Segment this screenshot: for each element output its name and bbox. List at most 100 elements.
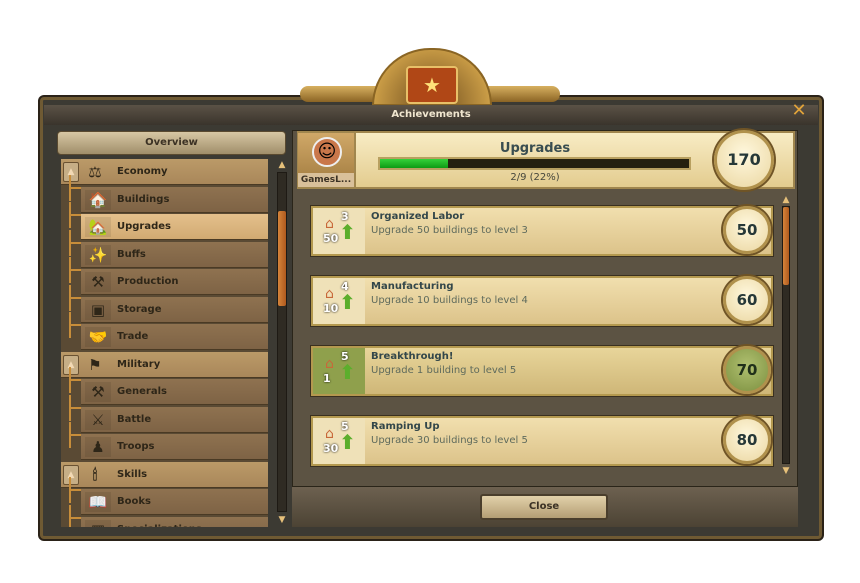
sidebar-item-military[interactable]: ▲ ⚑ Military [61, 351, 268, 378]
points-medal: 50 [723, 206, 771, 254]
window-title: Achievements [44, 105, 818, 125]
sidebar-item-specializations[interactable]: ▦ Specializations [81, 516, 268, 527]
progress-fill [380, 159, 448, 168]
tools-icon: ⚒ [85, 272, 111, 292]
progress-bar [378, 157, 691, 170]
points-medal: 70 [723, 346, 771, 394]
target-level: 5 [341, 350, 349, 363]
anvil-icon: ⚒ [85, 382, 111, 402]
achievement-card: ⌂ ⬆ 3 50 Organized Labor Upgrade 50 buildings… [311, 206, 773, 256]
progress-text: 2/9 (22%) [510, 172, 560, 183]
building-upgrade-icon: ⌂ ⬆ 4 10 [313, 278, 365, 324]
sidebar-item-books[interactable]: 📖 Books [81, 489, 268, 515]
building-upgrade-icon: ⌂ ⬆ 3 50 [313, 208, 365, 254]
sidebar-item-production[interactable]: ⚒ Production [81, 269, 268, 295]
achievement-description: Upgrade 10 buildings to level 4 [371, 295, 528, 306]
sidebar-item-label: Military [117, 358, 161, 370]
list-scroll-down[interactable]: ▼ [780, 466, 792, 476]
sidebar-item-label: Buffs [117, 248, 146, 260]
sidebar-item-label: Books [117, 496, 151, 507]
sidebar-item-label: Storage [117, 303, 162, 315]
player-name: GamesL... [298, 173, 354, 187]
arrow-up-icon: ⬆ [339, 290, 356, 314]
tree-connector [69, 504, 81, 527]
tree-connector [69, 229, 81, 256]
building-upgrade-icon: ⌂ ⬆ 5 1 [313, 348, 365, 394]
achievement-title: Manufacturing [371, 281, 454, 292]
achievement-title: Organized Labor [371, 211, 465, 222]
points-medal: 60 [723, 276, 771, 324]
sidebar-scroll-thumb[interactable] [278, 211, 286, 306]
handshake-icon: 🤝 [85, 327, 111, 347]
tree-connector [69, 174, 81, 201]
total-points-medal: 170 [714, 130, 774, 190]
avatar: ☺ [312, 137, 342, 167]
sidebar-scroll-down[interactable]: ▼ [276, 515, 288, 525]
achievement-title: Breakthrough! [371, 351, 454, 362]
close-button[interactable]: Close [480, 494, 608, 520]
tree-connector [69, 257, 81, 283]
chest-icon: ▣ [85, 299, 111, 320]
sidebar-scrollbar[interactable] [277, 172, 287, 512]
tree-connector [69, 477, 81, 503]
sidebar-item-label: Battle [117, 413, 152, 425]
sidebar-item-label: Production [117, 276, 179, 287]
sidebar-item-label: Generals [117, 386, 167, 397]
achievement-card: ⌂ ⬆ 5 1 Breakthrough! Upgrade 1 building to l… [311, 346, 773, 396]
target-level: 3 [341, 210, 349, 223]
player-portrait: ☺ GamesL... [298, 133, 356, 187]
tree-connector [69, 367, 81, 393]
arrow-up-icon: ⬆ [339, 360, 356, 384]
arrow-up-icon: ⬆ [339, 220, 356, 244]
specializations-icon: ▦ [85, 519, 111, 527]
sidebar-item-trade[interactable]: 🤝 Trade [81, 324, 268, 350]
scales-icon: ⚖ [88, 163, 102, 181]
sidebar-item-upgrades[interactable]: 🏡 Upgrades [81, 214, 268, 240]
sidebar-item-economy[interactable]: ▲ ⚖ Economy [61, 159, 268, 185]
house-icon: ⌂ [325, 286, 334, 302]
points-medal: 80 [723, 416, 771, 464]
tree-connector [69, 202, 81, 228]
banner-icon: ⚑ [88, 355, 102, 374]
crossed-swords-icon: ⚔ [85, 409, 111, 430]
achievement-description: Upgrade 50 buildings to level 3 [371, 225, 528, 236]
list-scroll-thumb[interactable] [783, 207, 789, 285]
book-icon: 📖 [85, 492, 111, 512]
sidebar-item-buildings[interactable]: 🏠 Buildings [81, 186, 268, 213]
troops-icon: ♟ [85, 437, 111, 457]
overview-button[interactable]: Overview [57, 131, 286, 155]
sidebar-item-skills[interactable]: ▲ 🕯 Skills [61, 461, 268, 488]
house-icon: 🏠 [85, 189, 111, 210]
building-count: 50 [323, 232, 339, 245]
category-title: Upgrades [499, 141, 571, 156]
achievement-card: ⌂ ⬆ 4 10 Manufacturing Upgrade 10 buildings t… [311, 276, 773, 326]
sidebar-item-buffs[interactable]: ✨ Buffs [81, 241, 268, 268]
sidebar-item-label: Troops [117, 441, 155, 452]
house-icon: ⌂ [325, 426, 334, 442]
close-icon[interactable]: ✕ [790, 102, 808, 120]
sidebar-item-label: Upgrades [117, 221, 172, 232]
sidebar-item-label: Trade [117, 331, 149, 342]
tree-connector [69, 422, 81, 448]
sidebar-item-generals[interactable]: ⚒ Generals [81, 379, 268, 405]
list-scroll-up[interactable]: ▲ [780, 195, 792, 205]
house-icon: ⌂ [325, 216, 334, 232]
sidebar-item-storage[interactable]: ▣ Storage [81, 296, 268, 323]
candle-icon: 🕯 [92, 465, 98, 484]
category-nav: ▲ ⚖ Economy 🏠 Buildings 🏡 Upgrades ✨ Buffs ⚒ Produ… [61, 159, 268, 527]
sidebar-item-battle[interactable]: ⚔ Battle [81, 406, 268, 433]
building-count: 10 [323, 302, 339, 315]
sidebar-item-label: Economy [117, 166, 168, 177]
building-count: 30 [323, 442, 339, 455]
list-scrollbar[interactable] [782, 206, 790, 464]
building-upgrade-icon: ⌂ ⬆ 5 30 [313, 418, 365, 464]
house-plus-icon: 🏡 [85, 217, 111, 237]
target-level: 5 [341, 420, 349, 433]
achievement-description: Upgrade 1 building to level 5 [371, 365, 517, 376]
achievement-card: ⌂ ⬆ 5 30 Ramping Up Upgrade 30 buildings to l… [311, 416, 773, 466]
sidebar-scroll-up[interactable]: ▲ [276, 160, 288, 170]
sidebar-item-label: Skills [117, 468, 148, 480]
building-count: 1 [323, 372, 331, 385]
target-level: 4 [341, 280, 349, 293]
sidebar-item-troops[interactable]: ♟ Troops [81, 434, 268, 460]
